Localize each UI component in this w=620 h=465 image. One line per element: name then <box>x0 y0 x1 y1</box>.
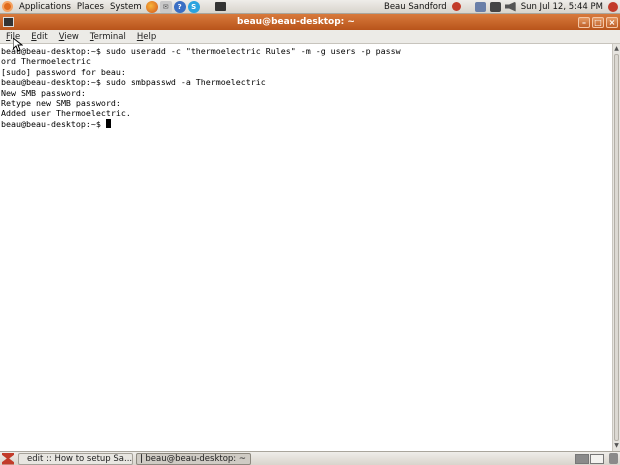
terminal-prompt-line: beau@beau-desktop:~$ <box>1 118 611 129</box>
network-icon[interactable] <box>474 1 486 12</box>
terminal-line: [sudo] password for beau: <box>1 66 126 77</box>
minimize-button[interactable]: – <box>578 16 590 28</box>
firefox-launcher-icon[interactable] <box>145 0 158 13</box>
volume-icon[interactable] <box>504 1 516 12</box>
terminal-prompt: beau@beau-desktop:~$ <box>1 118 106 129</box>
terminal-line: Retype new SMB password: <box>1 98 121 109</box>
menubar: File Edit View Terminal Help <box>0 30 620 44</box>
applications-menu[interactable]: Applications <box>16 0 74 14</box>
scroll-up-arrow-icon[interactable]: ▲ <box>613 45 620 53</box>
terminal-launcher-icon[interactable] <box>214 2 226 11</box>
menu-view[interactable]: View <box>55 32 83 42</box>
workspace-2[interactable] <box>590 453 604 464</box>
system-menu[interactable]: System <box>107 0 145 14</box>
display-icon[interactable] <box>489 1 501 12</box>
taskbar-item-browser[interactable]: edit :: How to setup Sa... <box>18 452 133 465</box>
window-title: beau@beau-desktop: ~ <box>237 17 355 27</box>
scroll-down-arrow-icon[interactable]: ▼ <box>613 442 620 450</box>
shutdown-icon[interactable] <box>608 1 618 12</box>
user-switch-icon[interactable] <box>451 2 461 11</box>
ubuntu-logo-icon[interactable] <box>2 1 13 12</box>
window-titlebar[interactable]: beau@beau-desktop: ~ – □ × <box>0 14 620 30</box>
terminal-window: beau@beau-desktop: ~ – □ × File Edit Vie… <box>0 14 620 451</box>
top-panel: Applications Places System ✉ ? S Beau Sa… <box>0 0 620 14</box>
close-button[interactable]: × <box>606 16 618 28</box>
user-name[interactable]: Beau Sandford <box>381 0 450 14</box>
clock[interactable]: Sun Jul 12, 5:44 PM <box>518 0 606 14</box>
maximize-button[interactable]: □ <box>592 16 604 28</box>
taskbar-item-label: beau@beau-desktop: ~ <box>145 453 246 464</box>
help-launcher-icon[interactable]: ? <box>173 0 186 13</box>
vertical-scrollbar[interactable]: ▲ ▼ <box>612 44 620 451</box>
terminal-output[interactable]: beau@beau-desktop:~$ sudo useradd -c "th… <box>0 44 612 451</box>
menu-help[interactable]: Help <box>133 32 160 42</box>
bottom-panel: edit :: How to setup Sa... beau@beau-des… <box>0 451 620 465</box>
taskbar-item-label: edit :: How to setup Sa... <box>27 453 133 464</box>
show-desktop-icon[interactable] <box>2 452 14 465</box>
text-cursor <box>105 118 111 128</box>
workspace-1[interactable] <box>575 453 589 464</box>
places-menu[interactable]: Places <box>74 0 107 14</box>
menu-terminal[interactable]: Terminal <box>86 32 130 42</box>
terminal-line: Added user Thermoelectric. <box>1 108 131 119</box>
terminal-line: ord Thermoelectric <box>1 56 91 67</box>
skype-launcher-icon[interactable]: S <box>187 0 200 13</box>
scrollbar-thumb[interactable] <box>614 54 619 441</box>
terminal-window-icon[interactable] <box>3 17 14 27</box>
mouse-pointer-icon <box>13 38 23 52</box>
menu-edit[interactable]: Edit <box>27 32 51 42</box>
taskbar-item-terminal[interactable]: beau@beau-desktop: ~ <box>136 452 251 465</box>
trash-icon[interactable] <box>609 453 618 464</box>
email-launcher-icon[interactable]: ✉ <box>159 0 172 13</box>
terminal-line: New SMB password: <box>1 87 86 98</box>
terminal-line: beau@beau-desktop:~$ sudo smbpasswd -a T… <box>1 77 266 88</box>
terminal-line: beau@beau-desktop:~$ sudo useradd -c "th… <box>1 46 401 56</box>
